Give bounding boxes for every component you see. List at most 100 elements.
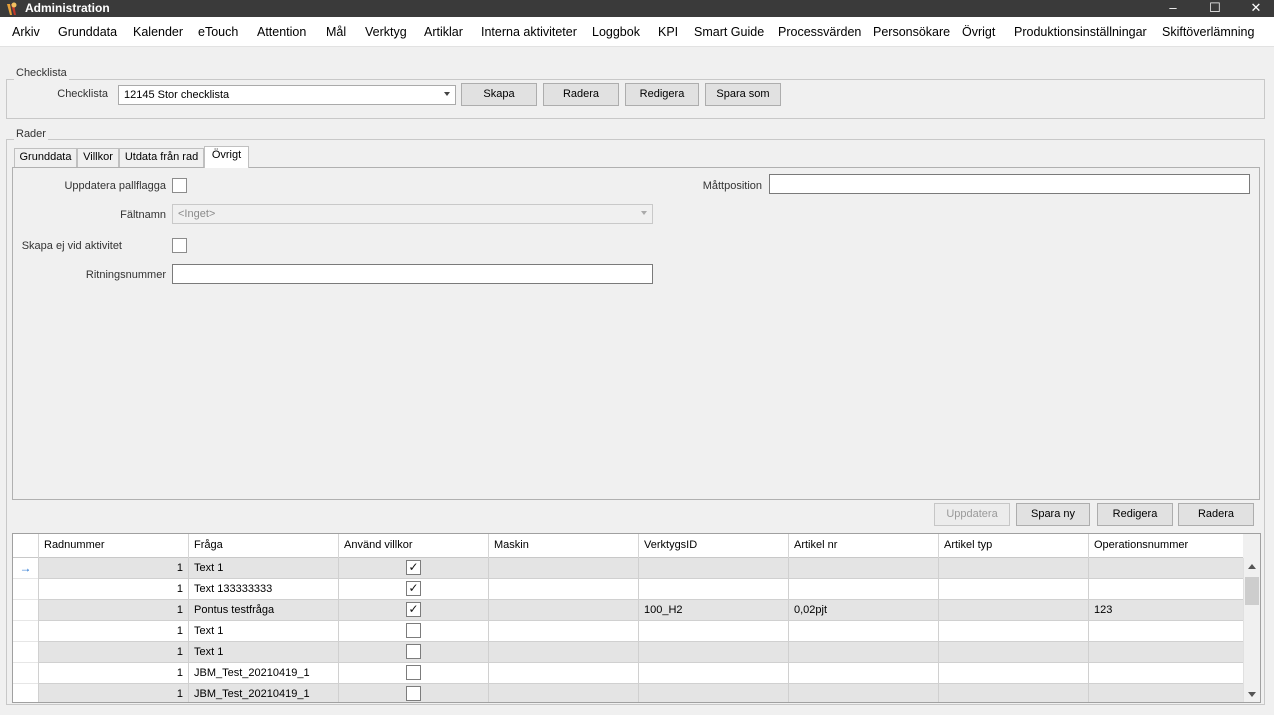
- table-row[interactable]: 1 Text 1: [13, 621, 1243, 642]
- cell-maskin[interactable]: [488, 684, 638, 702]
- menu-processvarden[interactable]: Processvärden: [778, 25, 861, 40]
- cell-artikel-nr[interactable]: 0,02pjt: [788, 600, 938, 621]
- tab-villkor[interactable]: Villkor: [77, 148, 119, 167]
- cell-operationsnummer[interactable]: [1088, 621, 1243, 642]
- save-new-row-button[interactable]: Spara ny: [1016, 503, 1090, 526]
- use-conditions-checkbox[interactable]: [406, 623, 421, 638]
- cell-radnummer[interactable]: 1: [38, 579, 188, 600]
- column-header-operationsnummer[interactable]: Operationsnummer: [1088, 534, 1243, 558]
- tab-ovrigt[interactable]: Övrigt: [204, 146, 249, 168]
- table-row[interactable]: → 1 Text 1 ✓: [13, 558, 1243, 579]
- cell-fraga[interactable]: Pontus testfråga: [188, 600, 338, 621]
- cell-fraga[interactable]: JBM_Test_20210419_1: [188, 684, 338, 702]
- cell-verktygsid[interactable]: [638, 684, 788, 702]
- table-row[interactable]: 1 Pontus testfråga ✓ 100_H2 0,02pjt 123: [13, 600, 1243, 621]
- checklista-select[interactable]: 12145 Stor checklista: [118, 85, 456, 105]
- drawing-number-input[interactable]: [172, 264, 653, 284]
- cell-radnummer[interactable]: 1: [38, 684, 188, 702]
- cell-maskin[interactable]: [488, 663, 638, 684]
- menu-artiklar[interactable]: Artiklar: [424, 25, 463, 40]
- cell-operationsnummer[interactable]: [1088, 663, 1243, 684]
- cell-maskin[interactable]: [488, 558, 638, 579]
- row-header[interactable]: [13, 600, 38, 621]
- cell-artikel-typ[interactable]: [938, 663, 1088, 684]
- menu-kalender[interactable]: Kalender: [133, 25, 183, 40]
- cell-maskin[interactable]: [488, 642, 638, 663]
- measure-position-input[interactable]: [769, 174, 1250, 194]
- cell-operationsnummer[interactable]: [1088, 579, 1243, 600]
- cell-fraga[interactable]: Text 1: [188, 642, 338, 663]
- cell-artikel-nr[interactable]: [788, 663, 938, 684]
- menu-mal[interactable]: Mål: [326, 25, 346, 40]
- cell-anvand-villkor[interactable]: [338, 684, 488, 702]
- cell-fraga[interactable]: Text 1: [188, 621, 338, 642]
- use-conditions-checkbox[interactable]: ✓: [406, 581, 421, 596]
- cell-fraga[interactable]: Text 1: [188, 558, 338, 579]
- update-pallet-flag-checkbox[interactable]: [172, 178, 187, 193]
- delete-row-button[interactable]: Radera: [1178, 503, 1254, 526]
- scroll-thumb[interactable]: [1245, 577, 1259, 605]
- menu-loggbok[interactable]: Loggbok: [592, 25, 640, 40]
- cell-verktygsid[interactable]: [638, 642, 788, 663]
- edit-row-button[interactable]: Redigera: [1097, 503, 1173, 526]
- cell-anvand-villkor[interactable]: [338, 621, 488, 642]
- cell-maskin[interactable]: [488, 600, 638, 621]
- use-conditions-checkbox[interactable]: [406, 665, 421, 680]
- cell-radnummer[interactable]: 1: [38, 663, 188, 684]
- scroll-down-icon[interactable]: [1248, 692, 1256, 697]
- menu-produktionsinstallningar[interactable]: Produktionsinställningar: [1014, 25, 1147, 40]
- table-row[interactable]: 1 Text 1: [13, 642, 1243, 663]
- use-conditions-checkbox[interactable]: [406, 686, 421, 701]
- use-conditions-checkbox[interactable]: ✓: [406, 560, 421, 575]
- cell-maskin[interactable]: [488, 579, 638, 600]
- minimize-button[interactable]: –: [1153, 0, 1193, 17]
- close-button[interactable]: ✕: [1236, 0, 1274, 17]
- table-row[interactable]: 1 Text 133333333 ✓: [13, 579, 1243, 600]
- cell-radnummer[interactable]: 1: [38, 558, 188, 579]
- row-header[interactable]: [13, 642, 38, 663]
- cell-operationsnummer[interactable]: [1088, 642, 1243, 663]
- cell-artikel-typ[interactable]: [938, 642, 1088, 663]
- column-header-anvand-villkor[interactable]: Använd villkor: [338, 534, 488, 558]
- menu-ovrigt[interactable]: Övrigt: [962, 25, 995, 40]
- row-header[interactable]: →: [13, 558, 38, 579]
- menu-skiftoverlamning[interactable]: Skiftöverlämning: [1162, 25, 1254, 40]
- menu-smart-guide[interactable]: Smart Guide: [694, 25, 764, 40]
- edit-checklist-button[interactable]: Redigera: [625, 83, 699, 106]
- scroll-up-icon[interactable]: [1248, 564, 1256, 569]
- cell-verktygsid[interactable]: [638, 621, 788, 642]
- maximize-button[interactable]: ☐: [1195, 0, 1235, 17]
- cell-operationsnummer[interactable]: [1088, 558, 1243, 579]
- cell-anvand-villkor[interactable]: [338, 663, 488, 684]
- cell-artikel-nr[interactable]: [788, 642, 938, 663]
- menu-verktyg[interactable]: Verktyg: [365, 25, 407, 40]
- column-header-verktygsid[interactable]: VerktygsID: [638, 534, 788, 558]
- use-conditions-checkbox[interactable]: [406, 644, 421, 659]
- use-conditions-checkbox[interactable]: ✓: [406, 602, 421, 617]
- no-create-on-activity-checkbox[interactable]: [172, 238, 187, 253]
- menu-attention[interactable]: Attention: [257, 25, 306, 40]
- cell-radnummer[interactable]: 1: [38, 600, 188, 621]
- cell-anvand-villkor[interactable]: ✓: [338, 600, 488, 621]
- tab-utdata-fran-rad[interactable]: Utdata från rad: [119, 148, 204, 167]
- cell-operationsnummer[interactable]: 123: [1088, 600, 1243, 621]
- cell-artikel-nr[interactable]: [788, 621, 938, 642]
- menu-etouch[interactable]: eTouch: [198, 25, 238, 40]
- delete-checklist-button[interactable]: Radera: [543, 83, 619, 106]
- table-row[interactable]: 1 JBM_Test_20210419_1: [13, 684, 1243, 702]
- cell-verktygsid[interactable]: [638, 579, 788, 600]
- column-header-artikel-typ[interactable]: Artikel typ: [938, 534, 1088, 558]
- table-row[interactable]: 1 JBM_Test_20210419_1: [13, 663, 1243, 684]
- column-header-fraga[interactable]: Fråga: [188, 534, 338, 558]
- menu-grunddata[interactable]: Grunddata: [58, 25, 117, 40]
- create-checklist-button[interactable]: Skapa: [461, 83, 537, 106]
- cell-artikel-nr[interactable]: [788, 579, 938, 600]
- cell-anvand-villkor[interactable]: ✓: [338, 579, 488, 600]
- column-header-artikel-nr[interactable]: Artikel nr: [788, 534, 938, 558]
- menu-personsokare[interactable]: Personsökare: [873, 25, 950, 40]
- update-row-button[interactable]: Uppdatera: [934, 503, 1010, 526]
- field-name-select[interactable]: <Inget>: [172, 204, 653, 224]
- cell-fraga[interactable]: Text 133333333: [188, 579, 338, 600]
- cell-verktygsid[interactable]: 100_H2: [638, 600, 788, 621]
- cell-artikel-typ[interactable]: [938, 684, 1088, 702]
